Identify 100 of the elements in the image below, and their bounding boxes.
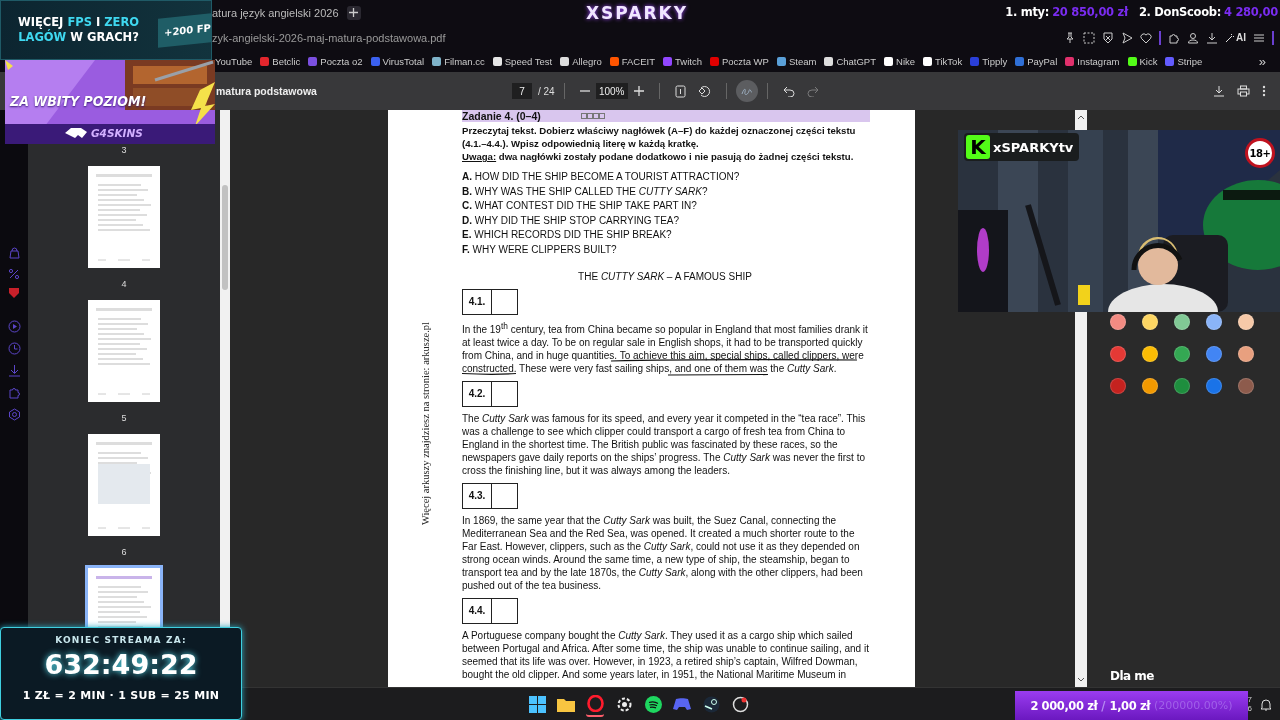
bookmark-link[interactable]: VirusTotal (370, 55, 425, 67)
bookmark-link[interactable]: Poczta o2 (308, 55, 363, 67)
color-swatch[interactable] (1206, 378, 1222, 394)
task-number: 4.3. (463, 483, 492, 508)
task-number: 4.2. (463, 381, 492, 406)
bookmark-link[interactable]: FACEIT (609, 55, 655, 67)
color-swatch[interactable] (1110, 346, 1126, 362)
settings-icon[interactable] (7, 408, 21, 421)
scrollbar-thumb[interactable] (222, 185, 228, 290)
more-icon[interactable] (1262, 85, 1266, 97)
bookmark-link[interactable]: Speed Test (492, 55, 553, 67)
bag-icon[interactable] (7, 246, 21, 259)
ai-button[interactable]: AI (1225, 32, 1246, 43)
scroll-down-icon[interactable] (1077, 677, 1085, 683)
score-boxes-icon (580, 113, 605, 119)
zoom-in-icon[interactable] (633, 86, 644, 96)
shield-icon[interactable] (1102, 31, 1114, 44)
ad-headline: LAGÓW W GRACH? (18, 30, 139, 45)
more-bookmarks-button[interactable]: » (1258, 53, 1266, 69)
panther-icon (65, 127, 87, 139)
color-swatch[interactable] (1206, 314, 1222, 330)
bookmark-link[interactable]: Betclic (260, 55, 301, 67)
goal-percent: (200000.00%) (1154, 699, 1233, 712)
color-swatch[interactable] (1142, 378, 1158, 394)
task-title: Zadanie 4. (0–4) (462, 110, 541, 122)
color-swatch[interactable] (1110, 378, 1126, 394)
donor-name: 1. mty: (1005, 5, 1050, 19)
bookmark-link[interactable]: Twitch (663, 55, 702, 67)
ad-headline: WIĘCEJ FPS I ZERO (18, 15, 140, 30)
text-paragraph: In the 19$^{th}$ century, tea from China became so popular in England that most families drank it at least twice a day. To be on regular sale in English shops, it had to be transported quickly from China, and in huge quantities. To achieve this aim, special ships, called clippers, were constructed. These were very fast sailing ships, and one of them was the Cutty Sark. (462, 319, 869, 375)
undo-icon[interactable] (782, 85, 795, 97)
page-number: 6 (120, 546, 128, 559)
bookmark-link[interactable]: Instagram (1065, 55, 1120, 67)
task-number: 4.4. (463, 598, 492, 623)
bookmark-link[interactable]: Allegro (560, 55, 602, 67)
goal-separator: / (1101, 698, 1106, 713)
wand-icon (1225, 32, 1235, 43)
play-icon[interactable] (7, 320, 21, 333)
bookmark-link[interactable]: Nike (884, 55, 916, 67)
ad-badge: +200 FP (158, 12, 211, 48)
menu-icon[interactable] (1253, 31, 1265, 44)
color-swatch[interactable] (1142, 314, 1158, 330)
print-icon[interactable] (1237, 85, 1250, 97)
color-swatch[interactable] (1206, 346, 1222, 362)
bookmark-link[interactable]: ChatGPT (824, 55, 876, 67)
page-count: / 24 (538, 85, 555, 97)
color-swatch[interactable] (1110, 314, 1126, 330)
scroll-up-icon[interactable] (1077, 114, 1085, 120)
color-swatch[interactable] (1174, 314, 1190, 330)
address-bar[interactable]: zyk-angielski-2026-maj-matura-podstawowa.pdf (212, 31, 446, 44)
goal-current: 1,00 zł (1109, 698, 1151, 713)
bell-icon[interactable] (1260, 697, 1272, 711)
bookmark-link[interactable]: Tipply (970, 55, 1008, 67)
page-thumbnail[interactable] (85, 163, 163, 271)
side-note: Więcej arkuszy znajdziesz na stronie: arkusze.pl (419, 322, 431, 526)
screenshot-icon[interactable] (1083, 31, 1095, 44)
color-swatch[interactable] (1238, 346, 1254, 362)
page-number: 4 (120, 278, 128, 291)
color-swatch[interactable] (1174, 346, 1190, 362)
heart-icon[interactable] (1140, 31, 1152, 44)
text-paragraph: A Portuguese company bought the Cutty Sark. They used it as a cargo ship which sailed between Portugal and Africa. After some time, the ship was unable to continue sailing, and it seemed that its life was over. However, in 1923, a retired ship’s captain, Wilfred Dowman, bought the old clipper. And some years later, in 1951, the National Maritime Museum in (462, 628, 870, 681)
document-title: matura podstawowa (216, 85, 318, 97)
draw-button[interactable] (735, 80, 758, 102)
task-note: Uwaga: dwa nagłówki zostały podane dodatkowo i nie pasują do żadnej części tekstu. (462, 150, 855, 163)
send-icon[interactable] (1121, 31, 1133, 44)
color-swatch[interactable] (1142, 346, 1158, 362)
bookmark-link[interactable]: Poczta WP (709, 55, 769, 67)
bookmark-link[interactable]: TikTok (923, 55, 963, 67)
color-swatch[interactable] (1238, 314, 1254, 330)
puzzle-icon[interactable] (1168, 31, 1180, 44)
page-number: 5 (120, 412, 128, 425)
rotate-icon[interactable] (697, 84, 711, 98)
bookmark-link[interactable]: Stripe (1165, 55, 1203, 67)
tab-title[interactable]: atura język angielski 2026 (212, 6, 339, 19)
bookmark-link[interactable]: Steam (776, 55, 817, 67)
heading-option: E. WHICH RECORDS DID THE SHIP BREAK? (462, 228, 870, 243)
page-number-field[interactable]: 7 (512, 83, 532, 99)
new-tab-button[interactable] (346, 5, 361, 20)
chat-message: Dla me (1110, 669, 1154, 683)
bookmark-link[interactable]: YouTube (215, 55, 253, 67)
brand-name: G4SKINS (91, 127, 143, 139)
percent-icon[interactable] (8, 268, 20, 280)
color-swatch[interactable] (1238, 378, 1254, 394)
zoom-field[interactable]: 100% (595, 83, 628, 99)
goal-target: 2 000,00 zł (1030, 698, 1098, 713)
pin-icon[interactable] (1064, 31, 1076, 44)
stream-logo: XSPARKY (586, 3, 688, 23)
page-thumbnail[interactable] (85, 297, 163, 405)
fit-page-icon[interactable] (674, 84, 686, 98)
bookmark-link[interactable]: PayPal (1015, 55, 1058, 67)
heading-option: B. WHY WAS THE SHIP CALLED THE CUTTY SARK? (462, 184, 870, 200)
clock-digit: 6 (1247, 704, 1252, 713)
clock-digit: 7 (1247, 695, 1252, 704)
page-thumbnail[interactable] (85, 431, 163, 539)
profile-icon[interactable] (1187, 31, 1199, 44)
text-paragraph: The Cutty Sark was famous for its speed, and every year it competed in the “tea race”. This was a challenge to see which clipper could transport a cargo of fresh tea from China to England in the shortest time. The British public was fascinated by these races, so the newspapers gave daily reports on the ships’ progress. The Cutty Sark was never the first to cross the finishing line, but it was always among the leaders. (462, 411, 867, 477)
bookmark-link[interactable]: Kick (1127, 55, 1158, 67)
heading-option: D. WHY DID THE SHIP STOP CARRYING TEA? (462, 213, 870, 229)
bookmark-link[interactable]: Filman.cc (432, 55, 485, 67)
color-swatch[interactable] (1174, 378, 1190, 394)
